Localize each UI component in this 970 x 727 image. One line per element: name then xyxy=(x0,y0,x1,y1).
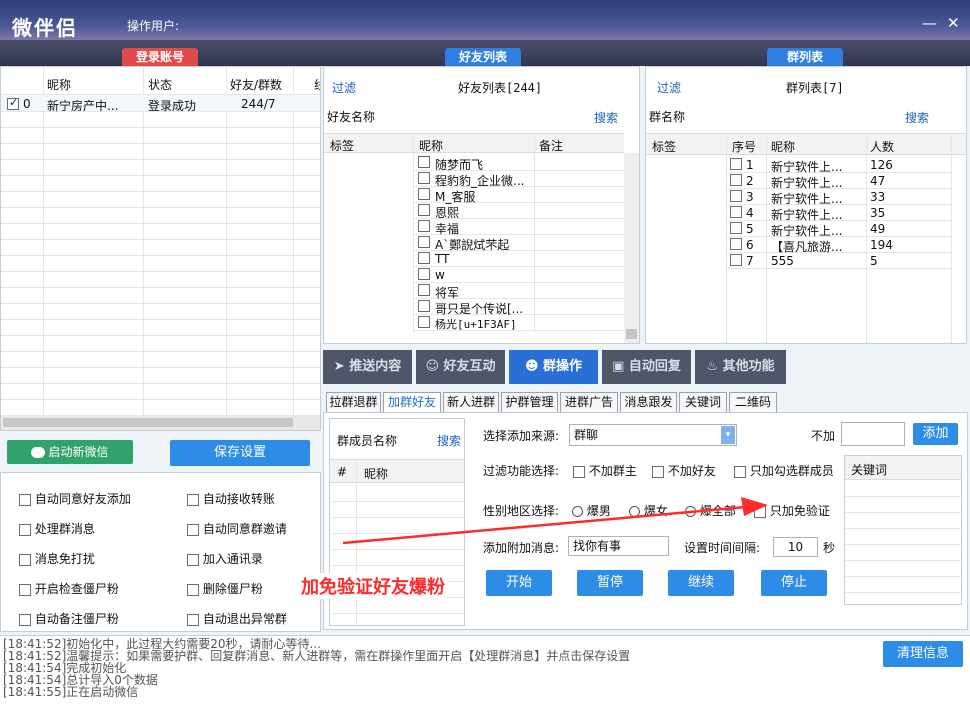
log-line: [18:41:55]正在启动微信 xyxy=(3,685,139,699)
annotation-arrow xyxy=(342,497,768,545)
log-panel: [18:41:52]初始化中，此过程大约需要20秒，请耐心等待... [18:4… xyxy=(0,635,970,727)
clear-info-button[interactable]: 清理信息 xyxy=(883,641,963,667)
